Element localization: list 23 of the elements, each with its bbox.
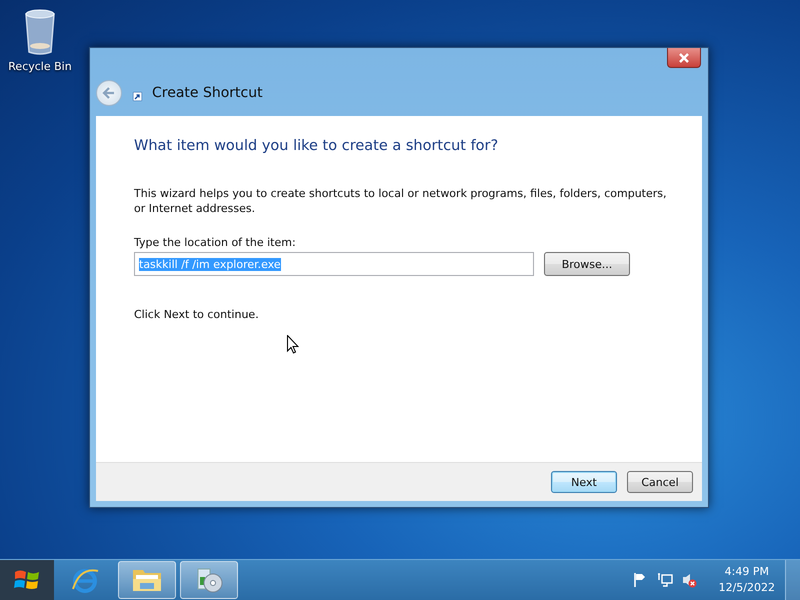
close-icon <box>678 52 690 62</box>
field-value: taskkill /f /im explorer.exe <box>139 258 281 270</box>
wizard-description: This wizard helps you to create shortcuts to local or network programs, files, folders, computers, or Internet addresses. <box>134 186 668 216</box>
shortcut-icon <box>133 92 142 100</box>
clock[interactable]: 4:49 PM 12/5/2022 <box>714 564 779 596</box>
start-button[interactable] <box>0 560 54 600</box>
network-icon[interactable] <box>656 572 673 588</box>
close-button[interactable] <box>667 48 701 68</box>
wizard-heading: What item would you like to create a shortcut for? <box>134 138 500 154</box>
browse-button[interactable]: Browse... <box>544 252 630 276</box>
clock-time: 4:49 PM <box>724 564 769 580</box>
field-label: Type the location of the item: <box>134 236 297 249</box>
window-title: Create Shortcut <box>152 85 263 101</box>
taskbar-button[interactable] <box>180 561 238 599</box>
dialog-button[interactable]: Next <box>551 471 617 493</box>
dialog-button[interactable]: Cancel <box>627 471 693 493</box>
desktop-icon[interactable]: Recycle Bin <box>4 6 76 73</box>
speaker-icon[interactable] <box>680 572 697 588</box>
taskbar-button[interactable] <box>118 561 176 599</box>
back-arrow-icon <box>102 87 116 99</box>
instruction-text: Click Next to continue. <box>134 308 260 321</box>
mouse-pointer-icon <box>287 335 299 354</box>
clock-date: 12/5/2022 <box>718 580 775 596</box>
